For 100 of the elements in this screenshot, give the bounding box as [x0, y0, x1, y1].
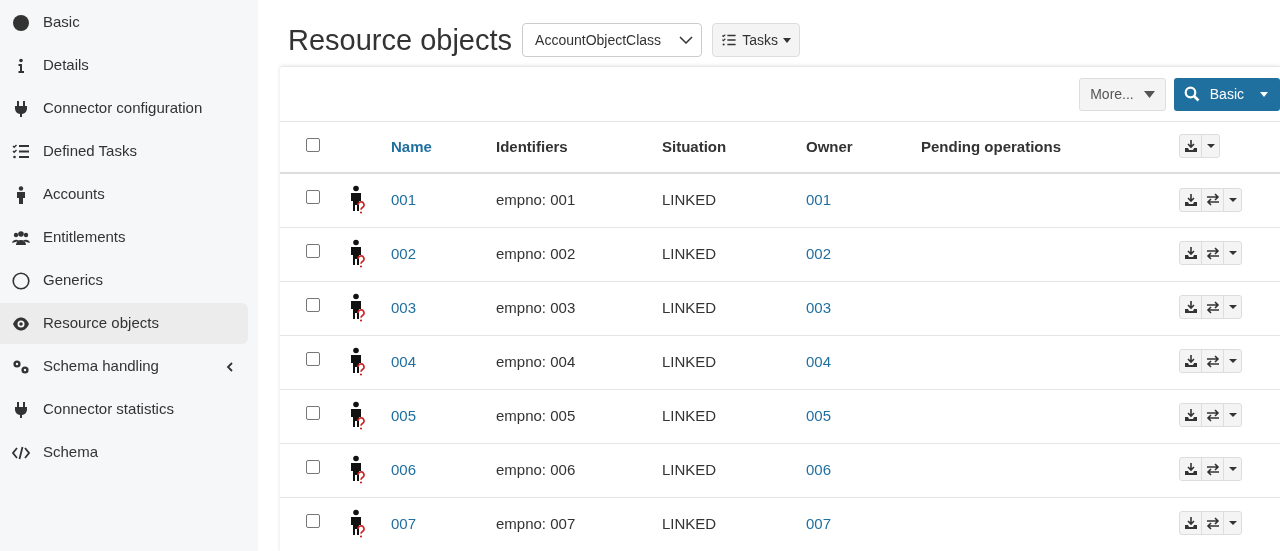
row-checkbox[interactable]	[306, 513, 320, 528]
caret-icon	[1228, 521, 1237, 526]
people-icon	[12, 228, 30, 247]
row-actions-button-group[interactable]	[1179, 241, 1242, 266]
caret-icon	[1228, 251, 1237, 256]
name-link[interactable]: 004	[391, 352, 417, 370]
name-link[interactable]: 005	[391, 406, 417, 424]
name-link[interactable]: 006	[391, 460, 417, 478]
sidebar-item[interactable]: Resource objects	[0, 303, 248, 344]
sidebar-item[interactable]: Schema	[0, 432, 248, 473]
row-checkbox[interactable]	[306, 351, 320, 366]
owner-link[interactable]: 002	[806, 244, 832, 262]
swap-arrows-icon	[1205, 516, 1220, 530]
identifier-text: empno: 004	[496, 352, 576, 370]
sidebar-item[interactable]: Schema handling	[0, 346, 248, 387]
search-icon	[1183, 86, 1200, 102]
object-class-select[interactable]: AccountObjectClass	[522, 23, 703, 57]
row-actions-button-group[interactable]	[1179, 403, 1242, 428]
caret-icon	[1143, 90, 1155, 98]
owner-link[interactable]: 007	[806, 514, 832, 532]
sidebar-item[interactable]: Basic	[0, 2, 248, 43]
name-link[interactable]: 003	[391, 298, 417, 316]
swap-arrows-icon	[1205, 462, 1220, 476]
download-icon	[1183, 354, 1198, 369]
situation-text: LINKED	[662, 406, 717, 424]
column-header[interactable]: Name	[391, 137, 432, 155]
name-link[interactable]: 007	[391, 514, 417, 532]
situation-text: LINKED	[662, 298, 717, 316]
column-header: Identifiers	[496, 137, 568, 155]
more-button[interactable]: More...	[1079, 77, 1166, 111]
owner-link[interactable]: 005	[806, 406, 832, 424]
row-actions-button-group[interactable]	[1179, 295, 1242, 320]
name-link[interactable]: 001	[391, 191, 417, 208]
situation-text: LINKED	[662, 352, 717, 370]
checklist-icon	[12, 142, 30, 161]
plug-icon	[12, 99, 30, 118]
row-checkbox[interactable]	[306, 459, 320, 474]
identifier-text: empno: 003	[496, 298, 576, 316]
circle-icon	[12, 13, 30, 32]
select-all-checkbox[interactable]	[306, 137, 320, 152]
situation-text: LINKED	[662, 191, 717, 208]
sidebar-item[interactable]: Connector statistics	[0, 389, 248, 430]
identifier-text: empno: 002	[496, 244, 576, 262]
owner-link[interactable]: 006	[806, 460, 832, 478]
situation-text: LINKED	[662, 460, 717, 478]
caret-icon	[782, 37, 791, 43]
sidebar-item[interactable]: Connector configuration	[0, 88, 248, 129]
caret-icon	[1228, 305, 1237, 310]
sidebar-item[interactable]: Entitlements	[0, 217, 248, 258]
download-icon	[1183, 408, 1198, 423]
sidebar-item[interactable]: Details	[0, 45, 248, 86]
caret-icon	[1206, 144, 1215, 149]
search-dropdown-toggle[interactable]	[1256, 77, 1280, 111]
download-icon	[1183, 139, 1198, 154]
caret-icon	[1228, 197, 1237, 202]
plug-icon	[12, 400, 30, 419]
identifier-text: empno: 001	[496, 191, 576, 208]
swap-arrows-icon	[1205, 193, 1220, 206]
caret-icon	[1260, 91, 1268, 97]
swap-arrows-icon	[1205, 408, 1220, 422]
circle-outline-icon	[12, 271, 30, 290]
swap-arrows-icon	[1205, 246, 1220, 260]
bulk-actions-button-group[interactable]	[1179, 134, 1220, 159]
column-header: Situation	[662, 137, 727, 155]
row-checkbox[interactable]	[306, 405, 320, 420]
download-icon	[1183, 300, 1198, 315]
identifier-text: empno: 005	[496, 406, 576, 424]
owner-link[interactable]: 003	[806, 298, 832, 316]
name-link[interactable]: 002	[391, 244, 417, 262]
caret-icon	[1228, 467, 1237, 472]
checklist-icon	[721, 33, 738, 47]
swap-arrows-icon	[1205, 354, 1220, 368]
tasks-button[interactable]: Tasks	[712, 23, 800, 57]
column-header: Pending operations	[921, 137, 1061, 155]
row-checkbox[interactable]	[306, 190, 320, 205]
row-actions-button-group[interactable]	[1179, 187, 1242, 212]
owner-link[interactable]: 001	[806, 191, 832, 208]
search-button[interactable]: Basic	[1173, 77, 1256, 111]
row-actions-button-group[interactable]	[1179, 349, 1242, 374]
caret-icon	[1228, 359, 1237, 364]
identifier-text: empno: 007	[496, 514, 576, 532]
situation-text: LINKED	[662, 244, 717, 262]
chevron-down-icon	[679, 36, 694, 44]
owner-link[interactable]: 004	[806, 352, 832, 370]
download-icon	[1183, 462, 1198, 477]
sidebar-item[interactable]: Defined Tasks	[0, 131, 248, 172]
row-actions-button-group[interactable]	[1179, 511, 1242, 536]
column-header: Owner	[806, 137, 853, 155]
row-checkbox[interactable]	[306, 297, 320, 312]
caret-icon	[1228, 413, 1237, 418]
swap-arrows-icon	[1205, 300, 1220, 314]
situation-text: LINKED	[662, 514, 717, 532]
download-icon	[1183, 246, 1198, 261]
sidebar-item[interactable]: Generics	[0, 260, 248, 301]
row-checkbox[interactable]	[306, 243, 320, 258]
download-icon	[1183, 516, 1198, 531]
sidebar-item[interactable]: Accounts	[0, 174, 248, 215]
page-title: Resource objects	[288, 22, 513, 58]
row-actions-button-group[interactable]	[1179, 457, 1242, 482]
identifier-text: empno: 006	[496, 460, 576, 478]
